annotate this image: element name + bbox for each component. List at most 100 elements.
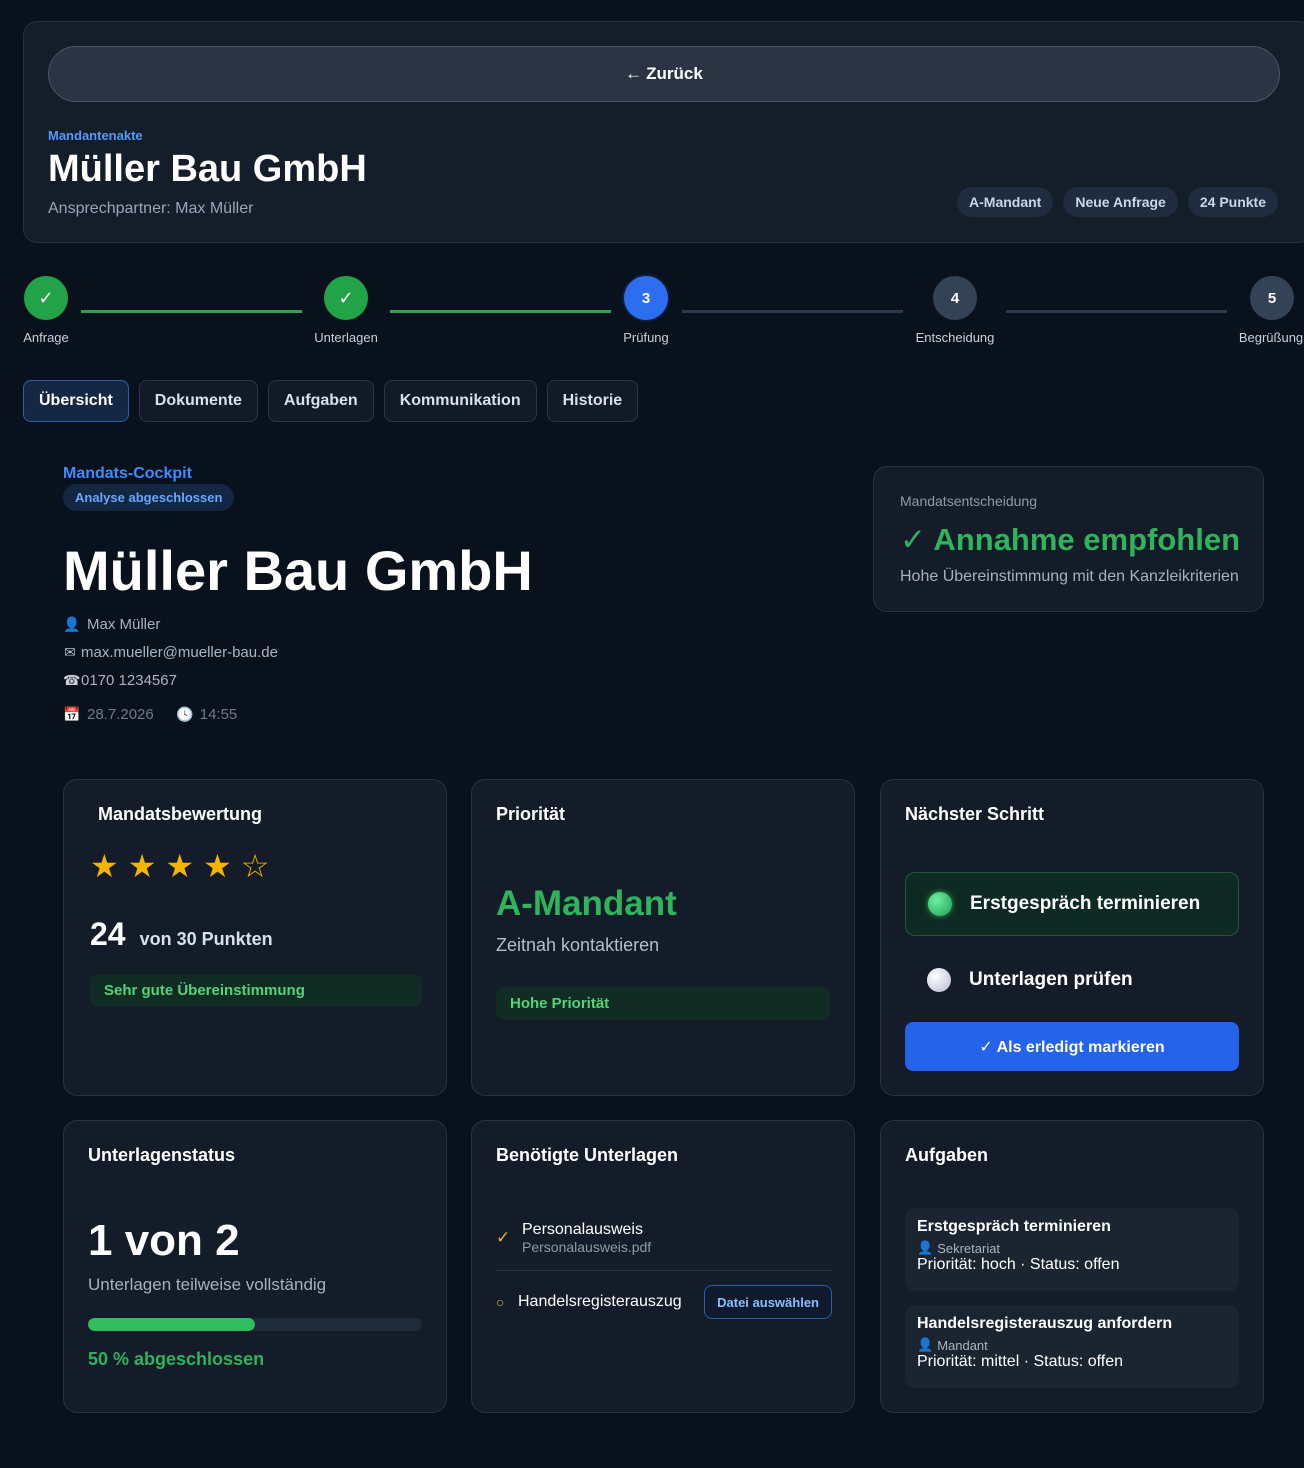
badge-points: 24 Punkte [1187, 187, 1278, 217]
task-meta: Priorität: hoch · Status: offen [917, 1256, 1120, 1273]
step-connector [81, 310, 302, 313]
step-5-number[interactable]: 5 [1250, 276, 1294, 320]
step-4-number[interactable]: 4 [933, 276, 977, 320]
tab-tasks[interactable]: Aufgaben [267, 380, 374, 422]
priority-badge: Hohe Priorität [496, 987, 830, 1020]
status-dot-pending-icon [927, 968, 951, 992]
decision-value: ✓ Annahme empfohlen [900, 522, 1241, 557]
contact-email[interactable]: max.mueller@mueller-bau.de [81, 644, 278, 661]
star-rating: ★ ★ ★ ★ ☆ [90, 850, 269, 882]
score: 24 von 30 Punkten [90, 916, 273, 953]
next-step-item[interactable]: Unterlagen prüfen [905, 962, 1239, 998]
contact-phone-line: ☎ 0170 1234567 [63, 672, 177, 689]
task-meta: Priorität: mittel · Status: offen [917, 1353, 1124, 1370]
star-filled-icon: ★ [127, 848, 157, 884]
docs-status-value: 1 von 2 [88, 1216, 240, 1265]
task-item[interactable]: Erstgespräch terminieren 👤 Sekretariat P… [905, 1208, 1239, 1291]
clock-icon: 🕓 [176, 706, 194, 722]
doc-name: Handelsregisterauszug [518, 1293, 682, 1310]
header-badges: A-Mandant Neue Anfrage 24 Punkte [957, 187, 1278, 217]
doc-name: Personalausweis [522, 1221, 643, 1238]
star-filled-icon: ★ [90, 848, 119, 884]
pending-circle-icon: ○ [496, 1294, 505, 1310]
docs-progress-fill [88, 1318, 255, 1331]
step-1-check-icon[interactable]: ✓ [24, 276, 68, 320]
score-value: 24 [90, 916, 126, 952]
task-title: Erstgespräch terminieren [917, 1218, 1111, 1235]
badge-client-class: A-Mandant [957, 187, 1054, 217]
contact-person: Ansprechpartner: Max Müller [48, 200, 254, 217]
star-filled-icon: ★ [203, 848, 232, 884]
star-empty-icon: ☆ [240, 848, 270, 884]
step-2-label: Unterlagen [314, 330, 378, 345]
back-button-label: Zurück [646, 64, 703, 83]
step-2-check-icon[interactable]: ✓ [324, 276, 368, 320]
priority-value: A-Mandant [496, 884, 677, 923]
doc-item: ○ Handelsregisterauszug Datei auswählen [496, 1285, 832, 1319]
priority-sub: Zeitnah kontaktieren [496, 935, 660, 955]
cockpit-title: Müller Bau GmbH [63, 539, 533, 602]
created-date: 28.7.2026 [87, 706, 154, 723]
contact-person-line: 👤 Max Müller [63, 616, 160, 633]
step-3-number[interactable]: 3 [624, 276, 668, 320]
task-owner-name: Sekretariat [937, 1240, 1001, 1256]
back-button[interactable]: ← Zurück [48, 46, 1280, 102]
doc-file[interactable]: Personalausweis.pdf [522, 1239, 651, 1255]
step-3-label: Prüfung [623, 330, 669, 345]
checkmark-icon: ✓ [496, 1228, 511, 1247]
tab-bar: Übersicht Dokumente Aufgaben Kommunikati… [23, 380, 639, 422]
contact-person-name: Max Müller [87, 616, 161, 633]
phone-icon: ☎ [63, 672, 81, 688]
header-card: ← Zurück Mandantenakte Müller Bau GmbH A… [23, 21, 1304, 243]
tab-documents[interactable]: Dokumente [138, 380, 258, 422]
tab-overview[interactable]: Übersicht [23, 380, 129, 422]
created-meta: 📅 28.7.2026 🕓 14:55 [63, 706, 237, 723]
docs-status-card: Unterlagenstatus 1 von 2 Unterlagen teil… [63, 1120, 447, 1413]
step-4-label: Entscheidung [915, 330, 995, 345]
docs-status-card-title: Unterlagenstatus [88, 1145, 236, 1165]
priority-card-title: Priorität [496, 804, 566, 824]
star-filled-icon: ★ [165, 848, 195, 884]
required-docs-card-title: Benötigte Unterlagen [496, 1145, 679, 1165]
date-item: 📅 28.7.2026 [63, 706, 154, 723]
decision-sub: Hohe Übereinstimmung mit den Kanzleikrit… [900, 568, 1239, 585]
status-dot-active-icon [928, 892, 952, 916]
score-unit: von 30 Punkten [139, 929, 273, 949]
next-step-item-label: Unterlagen prüfen [969, 969, 1133, 990]
contact-phone[interactable]: 0170 1234567 [81, 672, 177, 689]
mark-done-button[interactable]: ✓ Als erledigt markieren [905, 1022, 1239, 1071]
tab-communication[interactable]: Kommunikation [383, 380, 537, 422]
calendar-icon: 📅 [63, 706, 81, 722]
cockpit-eyebrow: Mandats-Cockpit [63, 465, 192, 482]
decision-label: Mandatsentscheidung [900, 493, 1037, 509]
task-owner-name: Mandant [937, 1337, 988, 1353]
next-step-active-item[interactable]: Erstgespräch terminieren [905, 872, 1239, 936]
analysis-status-badge: Analyse abgeschlossen [63, 484, 235, 511]
docs-progress-text: 50 % abgeschlossen [88, 1349, 265, 1369]
step-connector [1006, 310, 1227, 313]
match-badge: Sehr gute Übereinstimmung [90, 974, 422, 1007]
priority-card: Priorität A-Mandant Zeitnah kontaktieren… [471, 779, 855, 1096]
divider [496, 1270, 832, 1271]
tab-history[interactable]: Historie [546, 380, 639, 422]
docs-status-sub: Unterlagen teilweise vollständig [88, 1275, 327, 1294]
rating-card-title: Mandatsbewertung [98, 804, 263, 824]
created-time: 14:55 [199, 706, 238, 723]
client-title: Müller Bau GmbH [48, 148, 367, 190]
choose-file-button[interactable]: Datei auswählen [704, 1285, 832, 1319]
rating-card: Mandatsbewertung ★ ★ ★ ★ ☆ 24 von 30 Pun… [63, 779, 447, 1096]
next-step-active-label: Erstgespräch terminieren [970, 893, 1201, 914]
next-step-card: Nächster Schritt Erstgespräch terminiere… [880, 779, 1264, 1096]
task-owner: 👤 Sekretariat [917, 1240, 1227, 1256]
required-docs-card: Benötigte Unterlagen ✓ Personalausweis P… [471, 1120, 855, 1413]
contact-email-line: ✉ max.mueller@mueller-bau.de [63, 644, 278, 661]
person-icon: 👤 [63, 616, 81, 632]
person-icon: 👤 [917, 1337, 934, 1352]
task-owner: 👤 Mandant [917, 1337, 1227, 1353]
step-1-label: Anfrage [23, 330, 69, 345]
task-title: Handelsregisterauszug anfordern [917, 1315, 1173, 1332]
arrow-left-icon: ← [625, 64, 643, 83]
task-item[interactable]: Handelsregisterauszug anfordern 👤 Mandan… [905, 1305, 1239, 1388]
person-icon: 👤 [917, 1240, 934, 1255]
doc-item: ✓ Personalausweis Personalausweis.pdf [496, 1221, 832, 1255]
